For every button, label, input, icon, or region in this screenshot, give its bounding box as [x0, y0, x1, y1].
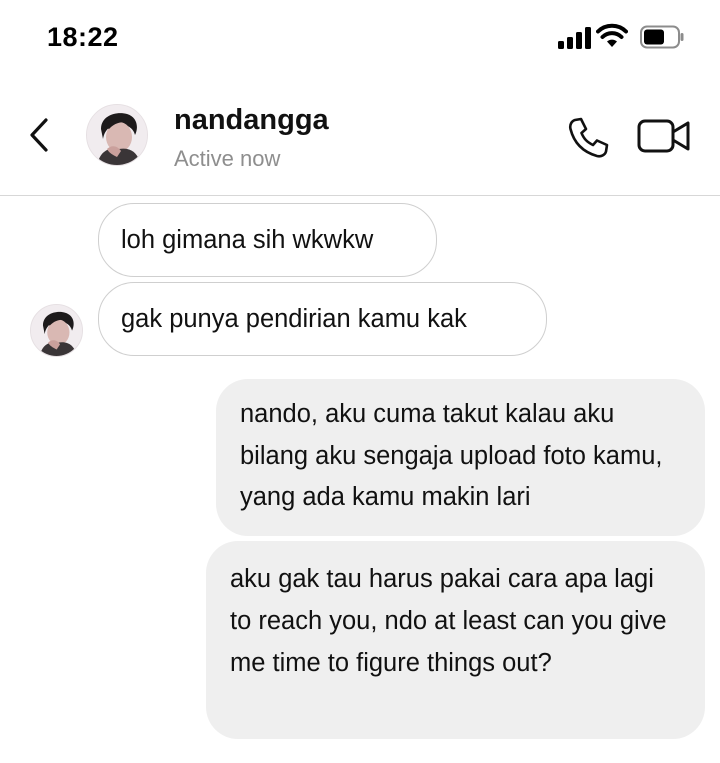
message-bubble-outgoing[interactable]: nando, aku cuma takut kalau aku bilang a…	[216, 379, 705, 536]
message-text: aku gak tau harus pakai cara apa lagi to…	[230, 565, 667, 677]
wifi-icon	[596, 23, 628, 47]
message-text: gak punya pendirian kamu kak	[121, 305, 467, 333]
message-text: loh gimana sih wkwkw	[121, 226, 374, 254]
chevron-left-icon[interactable]	[24, 114, 58, 156]
profile-photo	[31, 305, 82, 356]
phone-icon[interactable]	[564, 114, 612, 162]
active-status: Active now	[174, 146, 281, 171]
message-bubble-incoming[interactable]: loh gimana sih wkwkw	[98, 203, 437, 277]
contact-name[interactable]: nandangga	[174, 104, 329, 137]
avatar[interactable]	[86, 104, 148, 166]
sender-avatar[interactable]	[30, 304, 83, 357]
status-time: 18:22	[47, 22, 119, 52]
video-camera-icon[interactable]	[636, 116, 692, 156]
message-bubble-incoming[interactable]: gak punya pendirian kamu kak	[98, 282, 547, 356]
profile-photo	[87, 105, 147, 165]
cellular-signal-icon	[558, 27, 592, 49]
chat-header: nandangga Active now	[0, 80, 720, 196]
message-bubble-outgoing[interactable]: aku gak tau harus pakai cara apa lagi to…	[206, 541, 705, 739]
message-text: nando, aku cuma takut kalau aku bilang a…	[240, 400, 663, 511]
status-bar: 18:22	[0, 0, 720, 80]
battery-icon	[640, 25, 684, 49]
